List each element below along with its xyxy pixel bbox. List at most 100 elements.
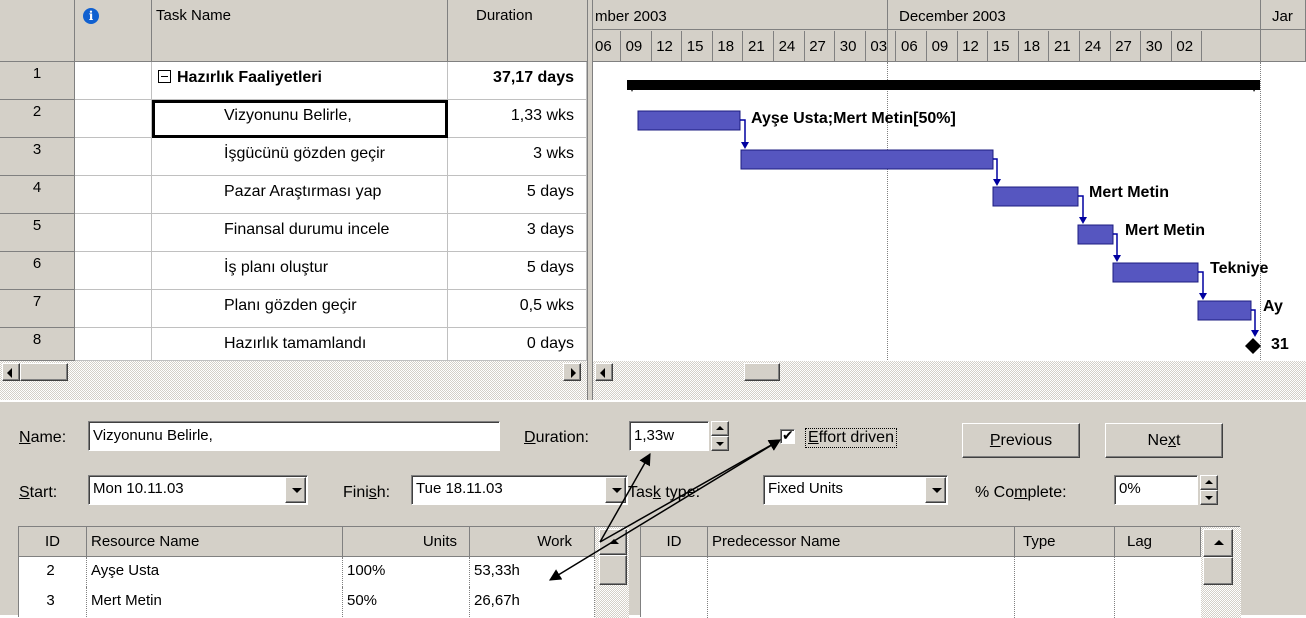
duration-label: Duration: (524, 429, 589, 446)
indicator-cell[interactable] (75, 290, 152, 328)
predecessor-name-header[interactable]: Predecessor Name (708, 527, 1015, 557)
row-header[interactable]: 8 (0, 328, 75, 361)
scroll-left-button[interactable] (2, 363, 20, 381)
task-name-cell[interactable]: Hazırlık tamamlandı (152, 328, 448, 361)
duration-cell[interactable]: 0,5 wks (448, 290, 587, 328)
indicator-cell[interactable] (75, 328, 152, 361)
month-label: Jar (1272, 8, 1293, 25)
gantt-scroll-thumb[interactable] (744, 363, 780, 381)
resource-work-cell[interactable]: 53,33h (470, 557, 595, 587)
task-name-text: İşgücünü gözden geçir (224, 145, 385, 162)
table-horizontal-scrollbar[interactable] (0, 361, 587, 400)
row-header[interactable]: 6 (0, 252, 75, 290)
dropdown-arrow-icon (292, 488, 302, 493)
previous-button[interactable]: Previous (962, 423, 1080, 458)
resource-scroll-thumb[interactable] (599, 555, 627, 585)
resource-units-header[interactable]: Units (343, 527, 470, 557)
row-header[interactable]: 1 (0, 62, 75, 100)
duration-cell[interactable]: 3 days (448, 214, 587, 252)
select-all-corner[interactable] (0, 0, 75, 62)
resource-units-cell[interactable]: 50% (343, 587, 470, 617)
duration-cell[interactable]: 0 days (448, 328, 587, 361)
resource-id-cell[interactable]: 3 (19, 587, 87, 617)
scroll-left-icon (600, 368, 605, 378)
indicator-cell[interactable] (75, 252, 152, 290)
gantt-chart: mber 2003 December 2003 Jar 06 09 12 15 18 21… (593, 0, 1306, 400)
scroll-up-icon (1214, 540, 1224, 545)
indicator-cell[interactable] (75, 138, 152, 176)
info-column-header[interactable]: i (75, 0, 152, 62)
gantt-body[interactable]: Ayşe Usta;Mert Metin[50%] Mert Metin Mer… (593, 62, 1306, 364)
duration-spin-up[interactable] (711, 421, 729, 436)
gantt-horizontal-scrollbar[interactable] (593, 361, 1306, 400)
resource-units-cell[interactable]: 100% (343, 557, 470, 587)
task-name-cell[interactable]: İş planı oluştur (152, 252, 448, 290)
complete-spin-up[interactable] (1200, 475, 1218, 490)
complete-field[interactable]: 0% (1114, 475, 1198, 505)
predecessor-scroll-up-button[interactable] (1203, 529, 1233, 557)
predecessor-empty-area[interactable] (641, 557, 1201, 618)
task-bar-4 (992, 186, 1079, 207)
scroll-right-button[interactable] (563, 363, 581, 381)
gantt-scroll-left-button[interactable] (595, 363, 613, 381)
task-name-column-header[interactable]: Task Name (152, 0, 448, 62)
resource-id-header[interactable]: ID (19, 527, 87, 557)
resource-name-cell[interactable]: Mert Metin (87, 587, 343, 617)
duration-cell[interactable]: 3 wks (448, 138, 587, 176)
effort-driven-checkbox[interactable]: ✔ (780, 427, 795, 444)
predecessor-type-header[interactable]: Type (1015, 527, 1115, 557)
timescale-header[interactable]: mber 2003 December 2003 Jar 06 09 12 15 18 21… (593, 0, 1306, 62)
row-header[interactable]: 2 (0, 100, 75, 138)
predecessor-lag-header[interactable]: Lag (1115, 527, 1201, 557)
start-field[interactable]: Mon 10.11.03 (88, 475, 308, 505)
finish-dropdown-button[interactable] (605, 477, 626, 503)
task-name-cell[interactable]: Vizyonunu Belirle, (152, 100, 448, 138)
start-dropdown-button[interactable] (285, 477, 306, 503)
next-button[interactable]: Next (1105, 423, 1223, 458)
resource-work-cell[interactable]: 26,67h (470, 587, 595, 617)
duration-cell[interactable]: 37,17 days (448, 62, 587, 100)
resource-name-cell[interactable]: Ayşe Usta (87, 557, 343, 587)
task-name-text: Hazırlık tamamlandı (224, 335, 367, 352)
row-header[interactable]: 5 (0, 214, 75, 252)
collapse-icon[interactable] (158, 70, 171, 83)
duration-spin-down[interactable] (711, 436, 729, 451)
task-name-cell[interactable]: Finansal durumu incele (152, 214, 448, 252)
day-tick-label: 09 (931, 38, 949, 55)
predecessor-id-header[interactable]: ID (641, 527, 708, 557)
duration-cell[interactable]: 1,33 wks (448, 100, 587, 138)
indicator-cell[interactable] (75, 176, 152, 214)
duration-column-header[interactable]: Duration (448, 0, 591, 62)
dropdown-arrow-icon (932, 488, 942, 493)
resource-name-header[interactable]: Resource Name (87, 527, 343, 557)
milestone-label: 31 (1271, 336, 1289, 353)
day-tick-label: 09 (625, 38, 643, 55)
task-name-cell[interactable]: Planı gözden geçir (152, 290, 448, 328)
name-field[interactable]: Vizyonunu Belirle, (88, 421, 500, 451)
resource-vertical-scrollbar[interactable] (595, 527, 629, 618)
predecessor-scroll-thumb[interactable] (1203, 557, 1233, 585)
resource-id-cell[interactable]: 2 (19, 557, 87, 587)
indicator-cell[interactable] (75, 214, 152, 252)
duration-cell[interactable]: 5 days (448, 252, 587, 290)
resource-work-header[interactable]: Work (470, 527, 595, 557)
task-name-cell[interactable]: İşgücünü gözden geçir (152, 138, 448, 176)
scroll-right-icon (571, 368, 576, 378)
task-type-select[interactable]: Fixed Units (763, 475, 948, 505)
milestone-diamond (1245, 338, 1261, 354)
duration-field[interactable]: 1,33w (629, 421, 709, 451)
row-header[interactable]: 7 (0, 290, 75, 328)
resource-scroll-up-button[interactable] (599, 529, 627, 555)
task-name-cell[interactable]: Hazırlık Faaliyetleri (152, 62, 448, 100)
complete-spin-down[interactable] (1200, 490, 1218, 505)
predecessor-vertical-scrollbar[interactable] (1201, 527, 1241, 618)
finish-field[interactable]: Tue 18.11.03 (411, 475, 628, 505)
row-header[interactable]: 4 (0, 176, 75, 214)
indicator-cell[interactable] (75, 100, 152, 138)
task-type-dropdown-button[interactable] (925, 477, 946, 503)
task-name-cell[interactable]: Pazar Araştırması yap (152, 176, 448, 214)
indicator-cell[interactable] (75, 62, 152, 100)
row-header[interactable]: 3 (0, 138, 75, 176)
scroll-thumb[interactable] (20, 363, 68, 381)
duration-cell[interactable]: 5 days (448, 176, 587, 214)
